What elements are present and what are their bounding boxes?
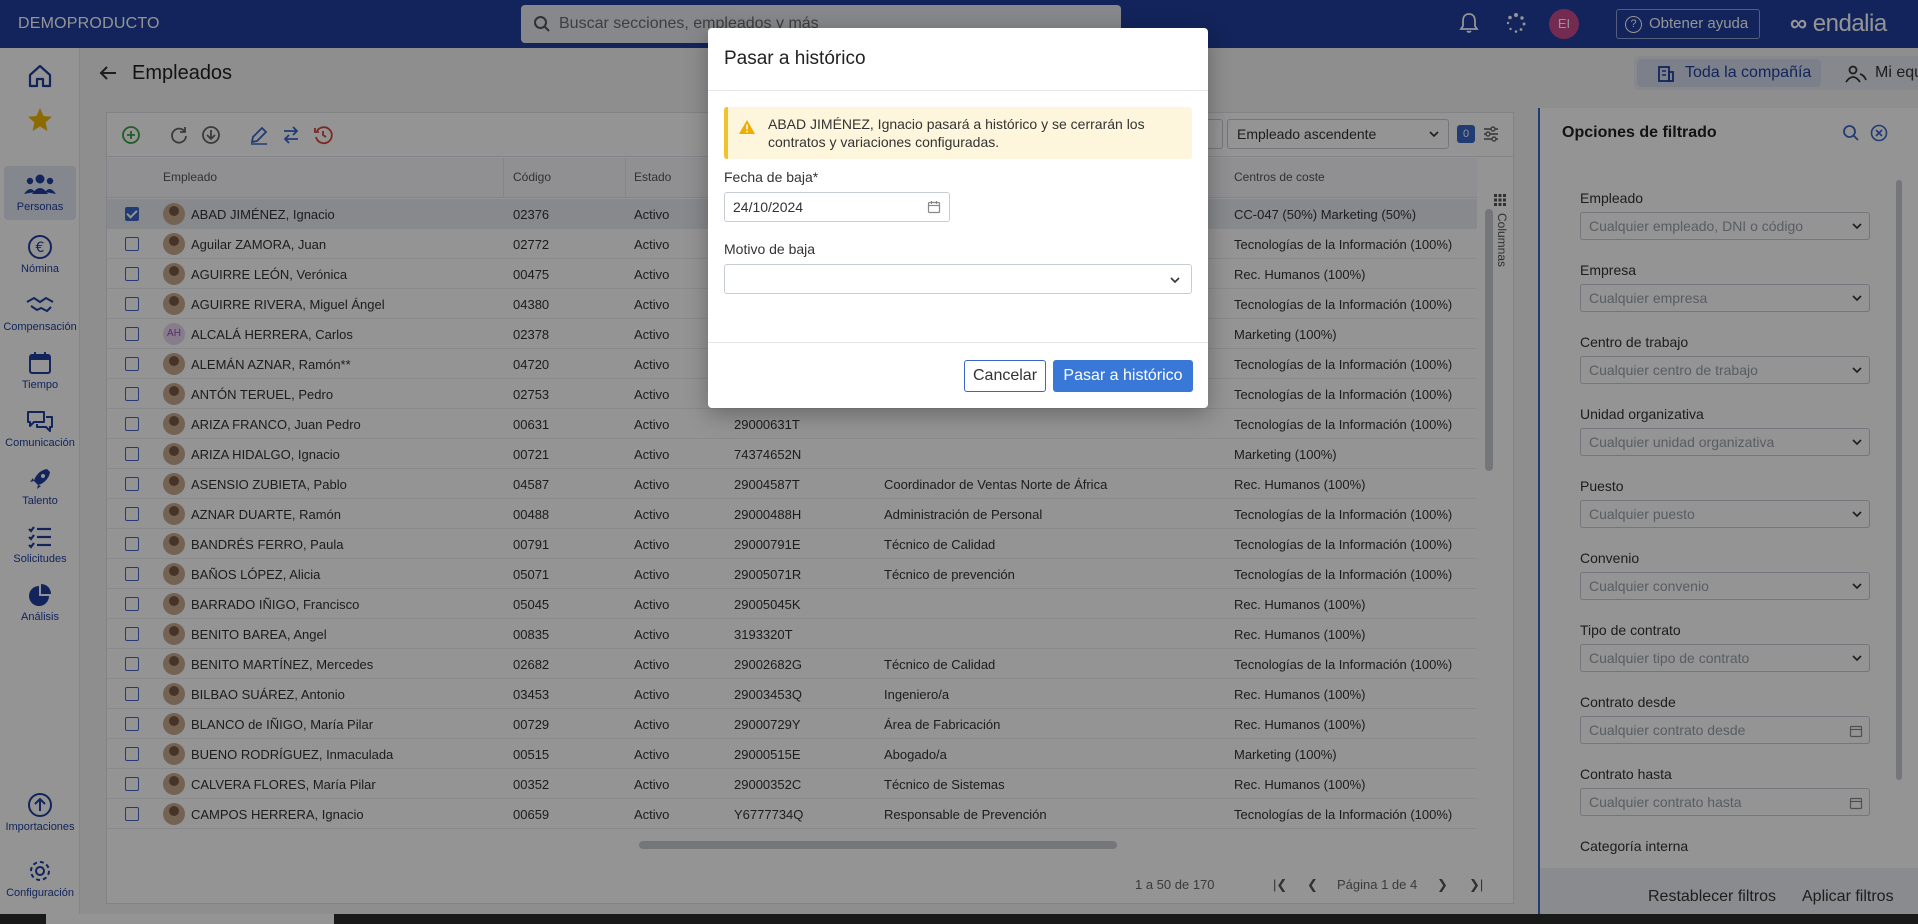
leave-date-value: 24/10/2024 [733, 199, 804, 215]
dialog-title: Pasar a histórico [724, 48, 866, 69]
leave-date-label: Fecha de baja* [724, 169, 819, 185]
warning-message: ABAD JIMÉNEZ, Ignacio pasará a histórico… [724, 107, 1192, 159]
archive-employee-dialog: Pasar a histórico ABAD JIMÉNEZ, Ignacio … [708, 28, 1208, 408]
dialog-divider [708, 90, 1208, 91]
cancel-button[interactable]: Cancelar [964, 360, 1046, 392]
chevron-down-icon [1170, 277, 1180, 284]
dialog-footer-divider [708, 342, 1208, 343]
warning-icon [739, 120, 755, 134]
archive-confirm-button[interactable]: Pasar a histórico [1053, 360, 1193, 392]
leave-reason-select[interactable] [724, 264, 1192, 294]
warning-text: ABAD JIMÉNEZ, Ignacio pasará a histórico… [768, 116, 1145, 150]
leave-reason-label: Motivo de baja [724, 241, 816, 257]
calendar-icon[interactable] [927, 200, 941, 214]
leave-date-input[interactable]: 24/10/2024 [724, 192, 950, 222]
